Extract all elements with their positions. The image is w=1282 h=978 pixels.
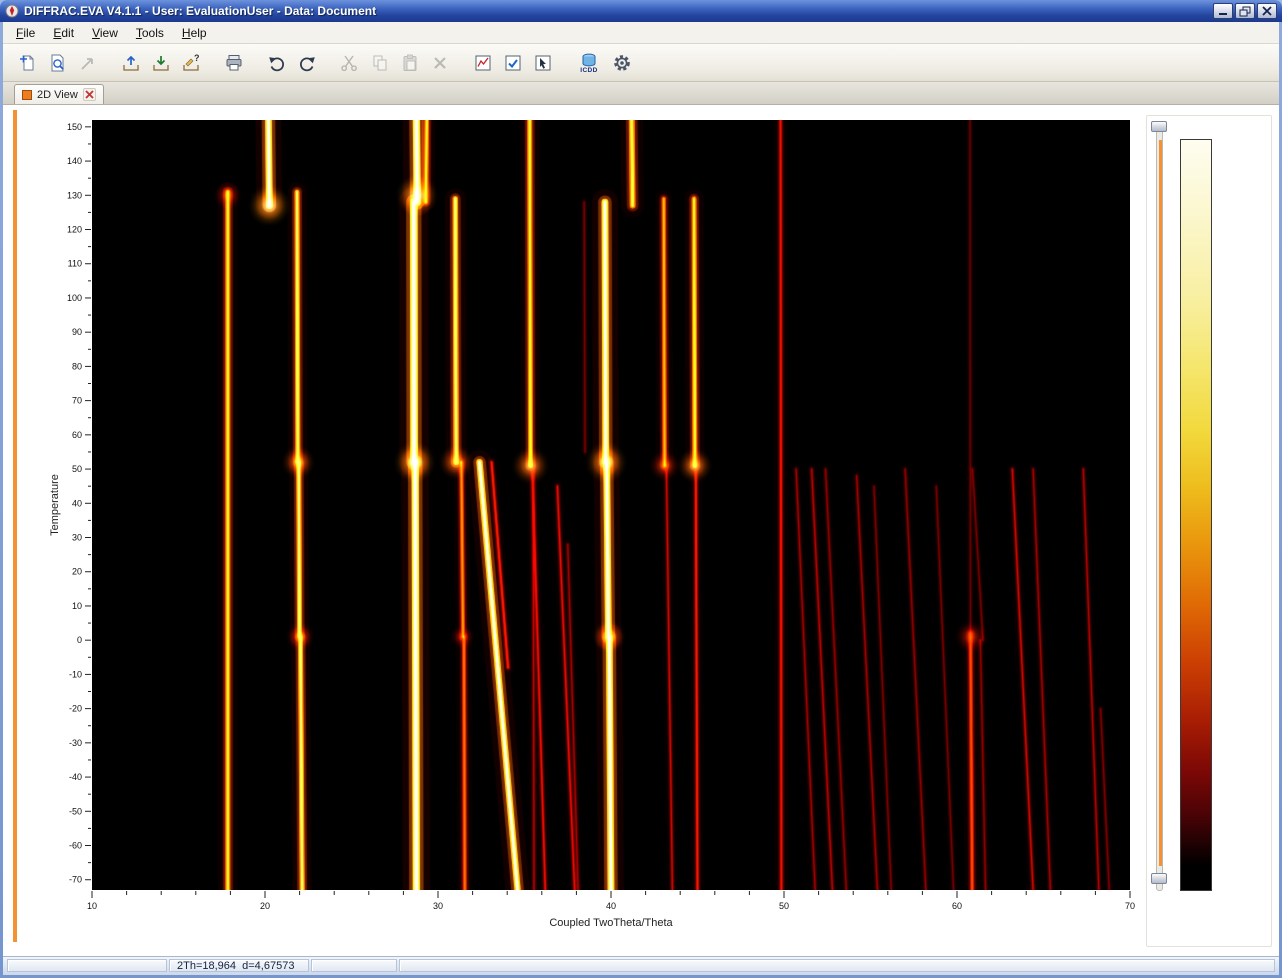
tab-close-icon[interactable] (83, 88, 96, 101)
new-document-button[interactable] (13, 48, 43, 78)
svg-text:-40: -40 (69, 772, 82, 782)
document-view: Temperature Coupled TwoTheta/Theta 150 14… (3, 105, 1279, 956)
status-bar: 2Th=18,964 d=4,67573 (3, 956, 1279, 975)
svg-text:20: 20 (260, 901, 270, 911)
svg-text:30: 30 (433, 901, 443, 911)
svg-text:90: 90 (72, 327, 82, 337)
undo-button[interactable] (262, 48, 292, 78)
svg-text:70: 70 (72, 396, 82, 406)
menu-tools[interactable]: Tools (127, 23, 173, 43)
menu-edit[interactable]: Edit (44, 23, 83, 43)
menu-view[interactable]: View (83, 23, 127, 43)
svg-text:40: 40 (72, 498, 82, 508)
settings-button[interactable] (607, 48, 637, 78)
svg-text:110: 110 (68, 259, 82, 269)
svg-text:?: ? (194, 53, 200, 63)
print-preview-button[interactable] (43, 48, 73, 78)
svg-text:20: 20 (72, 567, 82, 577)
paste-button[interactable] (395, 48, 425, 78)
check-tool-button[interactable] (498, 48, 528, 78)
delete-button[interactable] (425, 48, 455, 78)
window-controls (1213, 3, 1277, 19)
menu-help[interactable]: Help (173, 23, 216, 43)
svg-text:60: 60 (952, 901, 962, 911)
svg-text:130: 130 (67, 190, 82, 200)
x-axis-title: Coupled TwoTheta/Theta (361, 917, 861, 929)
menu-file[interactable]: File (7, 23, 44, 43)
svg-text:70: 70 (1125, 901, 1135, 911)
colorbar-gradient (1181, 140, 1211, 866)
close-button[interactable] (1257, 3, 1277, 19)
svg-text:-20: -20 (69, 704, 82, 714)
svg-text:-10: -10 (69, 669, 82, 679)
svg-text:-50: -50 (69, 806, 82, 816)
import-scan-button[interactable] (146, 48, 176, 78)
scan-chart-tool-button[interactable] (468, 48, 498, 78)
svg-text:-70: -70 (69, 875, 82, 885)
svg-text:120: 120 (67, 225, 82, 235)
status-cell-right (399, 959, 1275, 972)
status-cell-left (7, 959, 167, 972)
svg-text:50: 50 (779, 901, 789, 911)
svg-text:30: 30 (72, 533, 82, 543)
colorbar-lower-handle[interactable] (1151, 873, 1167, 884)
2d-view-icon (22, 90, 32, 100)
cut-button[interactable] (335, 48, 365, 78)
app-icon (5, 4, 19, 18)
colorbar (1180, 139, 1212, 891)
colorbar-upper-handle[interactable] (1151, 121, 1167, 132)
minimize-button[interactable] (1213, 3, 1233, 19)
window-title: DIFFRAC.EVA V4.1.1 - User: EvaluationUse… (24, 4, 1213, 18)
svg-text:150: 150 (67, 122, 82, 132)
svg-text:100: 100 (67, 293, 82, 303)
print-button[interactable] (219, 48, 249, 78)
status-coordinates: 2Th=18,964 d=4,67573 (169, 959, 309, 972)
tab-bar: 2D View (3, 82, 1279, 105)
toolbar: ? (3, 44, 1279, 82)
restore-button[interactable] (1235, 3, 1255, 19)
select-tool-button[interactable] (528, 48, 558, 78)
heatmap-plot[interactable] (92, 120, 1130, 890)
svg-text:40: 40 (606, 901, 616, 911)
icdd-label: ICDD (580, 68, 598, 73)
selection-accent-bar (13, 110, 17, 942)
append-query-button[interactable]: ? (176, 48, 206, 78)
svg-text:140: 140 (67, 156, 82, 166)
icdd-database-button[interactable]: ICDD (571, 48, 607, 78)
svg-text:50: 50 (72, 464, 82, 474)
tab-label: 2D View (37, 89, 78, 101)
svg-text:-60: -60 (69, 841, 82, 851)
status-cell-mid (311, 959, 397, 972)
colorbar-below-threshold (1181, 866, 1211, 890)
colorbar-slider-range (1159, 140, 1162, 866)
send-view-button[interactable] (73, 48, 103, 78)
svg-text:0: 0 (77, 635, 82, 645)
svg-text:10: 10 (87, 901, 97, 911)
copy-button[interactable] (365, 48, 395, 78)
tab-2d-view[interactable]: 2D View (14, 84, 104, 104)
svg-text:80: 80 (72, 361, 82, 371)
app-window: DIFFRAC.EVA V4.1.1 - User: EvaluationUse… (0, 0, 1282, 978)
menubar: File Edit View Tools Help (3, 22, 1279, 44)
svg-text:10: 10 (72, 601, 82, 611)
redo-button[interactable] (292, 48, 322, 78)
svg-text:60: 60 (72, 430, 82, 440)
export-scan-button[interactable] (116, 48, 146, 78)
svg-text:-30: -30 (69, 738, 82, 748)
titlebar[interactable]: DIFFRAC.EVA V4.1.1 - User: EvaluationUse… (0, 0, 1282, 22)
y-axis-title: Temperature (49, 460, 61, 550)
